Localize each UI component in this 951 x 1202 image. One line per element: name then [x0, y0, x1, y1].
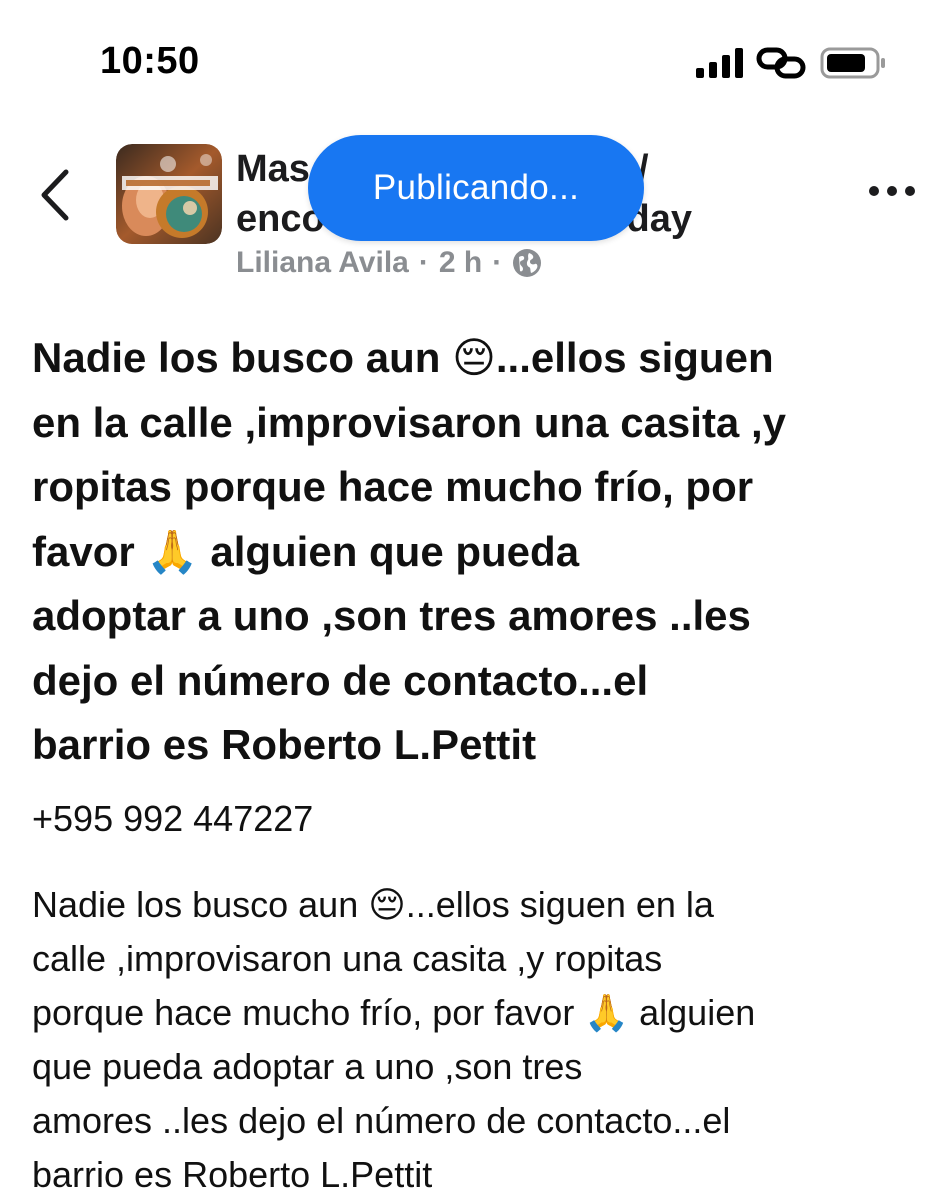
post-body-text: Nadie los busco aun 😔...ellos siguen en … [32, 878, 932, 1202]
meta-separator: · [418, 246, 429, 279]
group-name-line1-start: Mas [236, 148, 310, 190]
post-title-line: dejo el número de contacto...el [32, 656, 649, 704]
status-bar: 10:50 [0, 0, 951, 120]
post-body-line: porque hace mucho frío, por favor 🙏 algu… [32, 992, 756, 1033]
post-time[interactable]: 2 h [439, 246, 482, 280]
post-body-line: Nadie los busco aun 😔...ellos siguen en … [32, 884, 714, 925]
phone-number[interactable]: +595 992 447227 [32, 798, 313, 840]
publishing-label: Publicando... [372, 168, 580, 207]
post-title-line: ropitas porque hace mucho frío, por [32, 463, 754, 510]
link-icon [756, 47, 806, 79]
post-body-line: calle ,improvisaron una casita ,y ropita… [32, 938, 663, 979]
battery-icon [820, 47, 885, 79]
publishing-status-pill: Publicando... [308, 135, 644, 241]
globe-icon [513, 249, 542, 277]
chevron-left-icon[interactable] [36, 168, 76, 222]
meta-separator: · [492, 246, 503, 279]
post-title-line: adoptar a uno ,son tres amores ..les [32, 592, 751, 639]
post-title-text: Nadie los busco aun 😔...ellos siguen en … [32, 326, 932, 778]
author-name[interactable]: Liliana Avila [236, 246, 409, 280]
post-body-line: barrio es Roberto L.Pettit [32, 1154, 433, 1195]
cellular-signal-icon [696, 48, 743, 78]
post-title-line: en la calle ,improvisaron una casita ,y [32, 398, 786, 446]
status-time: 10:50 [100, 40, 200, 82]
post-body-line: amores ..les dejo el número de contacto.… [32, 1100, 731, 1141]
more-horizontal-icon[interactable] [866, 180, 918, 202]
post-title-line: barrio es Roberto L.Pettit [32, 721, 537, 768]
post-meta: Liliana Avila · 2 h · [236, 246, 542, 280]
post-title-line: favor 🙏 alguien que pueda [32, 527, 580, 575]
post-body-line: que pueda adoptar a uno ,son tres [32, 1046, 583, 1087]
group-avatar[interactable] [116, 144, 222, 244]
post-title-line: Nadie los busco aun 😔...ellos siguen [32, 334, 774, 381]
